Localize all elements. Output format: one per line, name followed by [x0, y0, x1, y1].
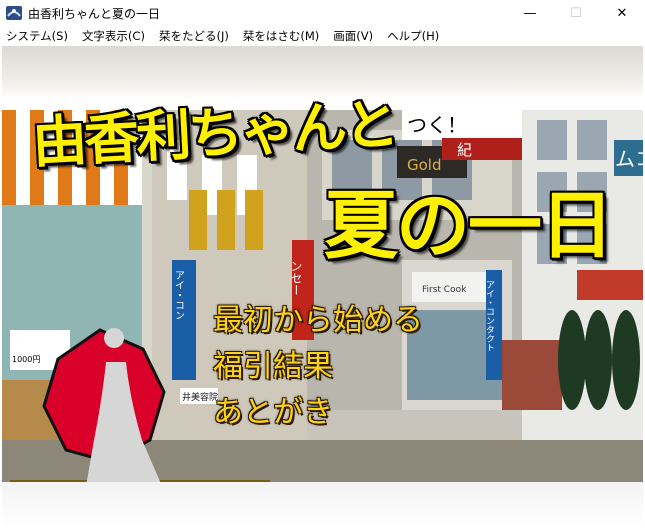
menu-system[interactable]: システム(S) — [0, 28, 75, 44]
afterword-option[interactable]: あとがき — [213, 390, 423, 436]
game-logo-line2: 夏の一日 — [324, 183, 614, 269]
ai-contact-sign: アイ・コンタクト — [484, 280, 495, 352]
tc-sign: つく！ — [407, 113, 467, 137]
bottom-panel — [2, 482, 643, 528]
window-title: 由香利ちゃんと夏の一日 — [28, 6, 161, 21]
menu-help[interactable]: ヘルプ(H) — [380, 28, 446, 44]
m-sign: ムコ — [615, 147, 643, 171]
maximize-button[interactable]: ☐ — [553, 0, 599, 26]
close-button[interactable]: ✕ — [599, 0, 645, 26]
menu-save-bookmark[interactable]: 栞をはさむ(M) — [236, 28, 326, 44]
first-cook-sign: First Cook — [422, 285, 467, 295]
ai-contact-short-sign: アイ・コン — [173, 270, 185, 320]
menu-screen[interactable]: 画面(V) — [326, 28, 380, 44]
title-bar[interactable]: 由香利ちゃんと夏の一日 — ☐ ✕ — [0, 0, 645, 26]
title-menu: 最初から始める 福引結果 あとがき — [213, 298, 423, 436]
window-controls: — ☐ ✕ — [507, 0, 645, 26]
start-new-game-option[interactable]: 最初から始める — [213, 298, 423, 344]
game-viewport[interactable]: ムコ Gold つく！ 紀 First Cook アイ・コンタクト — [2, 46, 643, 528]
kanji-sign: 紀 — [457, 141, 472, 159]
app-icon — [6, 6, 22, 20]
price-sign: 1000円 — [12, 355, 40, 364]
menu-text-display[interactable]: 文字表示(C) — [75, 28, 152, 44]
menu-load-bookmark[interactable]: 栞をたどる(J) — [152, 28, 236, 44]
minimize-button[interactable]: — — [507, 0, 553, 26]
menu-bar: システム(S) 文字表示(C) 栞をたどる(J) 栞をはさむ(M) 画面(V) … — [0, 26, 645, 46]
lottery-results-option[interactable]: 福引結果 — [213, 344, 423, 390]
inseki-sign: ンセー — [289, 260, 303, 296]
